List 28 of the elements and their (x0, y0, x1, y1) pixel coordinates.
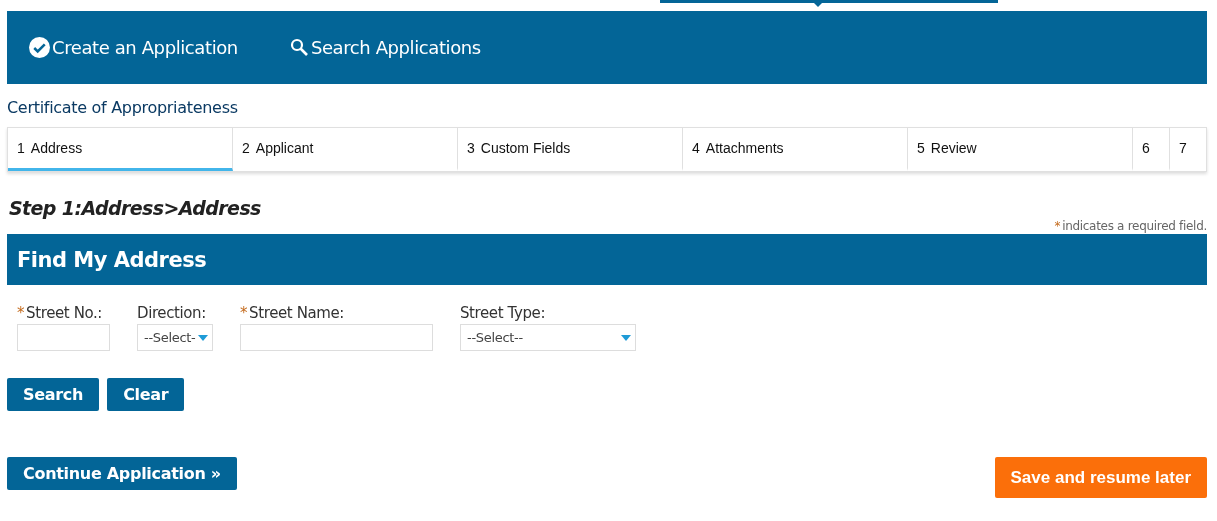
step-tab[interactable]: 4 Attachments (683, 128, 908, 171)
input-field[interactable] (240, 324, 433, 351)
check-circle-icon (29, 37, 50, 58)
step-tab[interactable]: 3 Custom Fields (458, 128, 683, 171)
record-type-title: Certificate of Appropriateness (7, 98, 238, 117)
input-field[interactable] (17, 324, 110, 351)
continue-button[interactable]: Continue Application » (7, 457, 237, 490)
step-tab[interactable]: 5 Review (908, 128, 1133, 171)
action-button[interactable]: Search (7, 378, 100, 411)
step-tab[interactable]: 2 Applicant (233, 128, 458, 171)
step-tab[interactable]: 7 (1170, 128, 1206, 171)
field-label: Street Type: (460, 304, 547, 322)
required-note: * indicates a required field. (1054, 219, 1207, 233)
nav-link[interactable]: Create an Application (29, 37, 238, 58)
search-icon (289, 38, 309, 57)
field-label: *Street Name: (240, 304, 345, 322)
action-button[interactable]: Clear (107, 378, 185, 411)
step-tab[interactable]: 6 (1133, 128, 1170, 171)
field-label: *Street No.: (17, 304, 103, 322)
step-heading: Step 1:Address>Address (9, 197, 261, 219)
nav-link[interactable]: Search Applications (289, 37, 481, 58)
section-title: Find My Address (17, 247, 207, 272)
caret-icon (198, 334, 208, 341)
caret-icon (621, 334, 631, 341)
select-dropdown[interactable]: --Select-- (460, 324, 636, 351)
field-label: Direction: (137, 304, 207, 322)
select-dropdown[interactable]: --Select- (137, 324, 213, 351)
step-tab[interactable]: 1 Address (8, 128, 233, 171)
